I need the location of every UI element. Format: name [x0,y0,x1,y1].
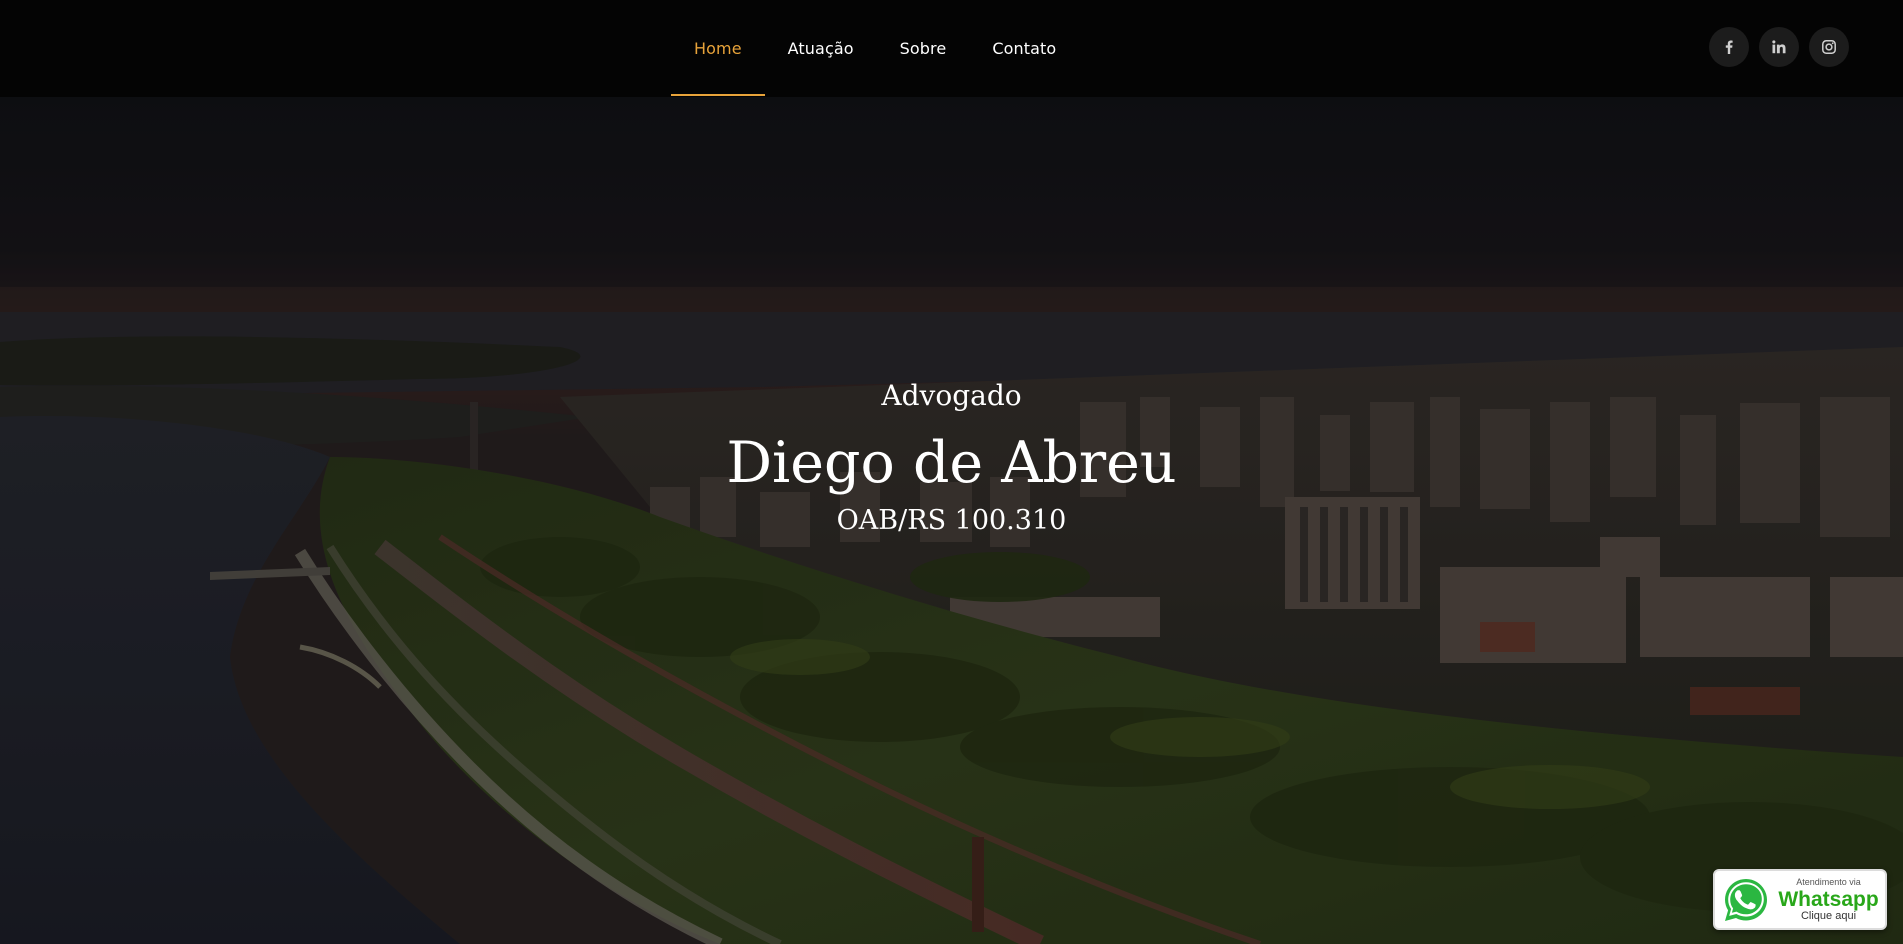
whatsapp-icon [1725,878,1767,921]
whatsapp-text: Atendimento via Whatsapp Clique aqui [1772,876,1885,922]
nav-item-atuacao[interactable]: Atuação [765,0,877,97]
nav-item-label: Contato [992,39,1057,58]
hero-kicker: Advogado [881,379,1022,412]
nav-item-sobre[interactable]: Sobre [877,0,970,97]
top-navbar: Home Atuação Sobre Contato [0,0,1903,97]
nav-item-home[interactable]: Home [671,0,765,97]
whatsapp-small-label: Atendimento via [1796,876,1861,887]
whatsapp-cta-label: Clique aqui [1800,909,1857,922]
facebook-link[interactable] [1709,27,1749,67]
whatsapp-contact-button[interactable]: Atendimento via Whatsapp Clique aqui [1713,869,1887,930]
hero-section: Advogado Diego de Abreu OAB/RS 100.310 [0,97,1903,944]
linkedin-link[interactable] [1759,27,1799,67]
nav-item-contato[interactable]: Contato [969,0,1079,97]
nav-item-label: Atuação [787,39,854,58]
nav-item-label: Sobre [899,39,947,58]
instagram-link[interactable] [1809,27,1849,67]
whatsapp-brand-label: Whatsapp [1778,887,1879,911]
nav-item-label: Home [694,39,742,58]
main-menu: Home Atuação Sobre Contato [671,0,1079,97]
hero-subtitle: OAB/RS 100.310 [836,505,1067,536]
hero-title: Diego de Abreu [726,430,1177,496]
linkedin-icon [1772,40,1786,54]
instagram-icon [1822,40,1836,54]
facebook-icon [1725,40,1733,54]
social-links [1709,27,1849,67]
